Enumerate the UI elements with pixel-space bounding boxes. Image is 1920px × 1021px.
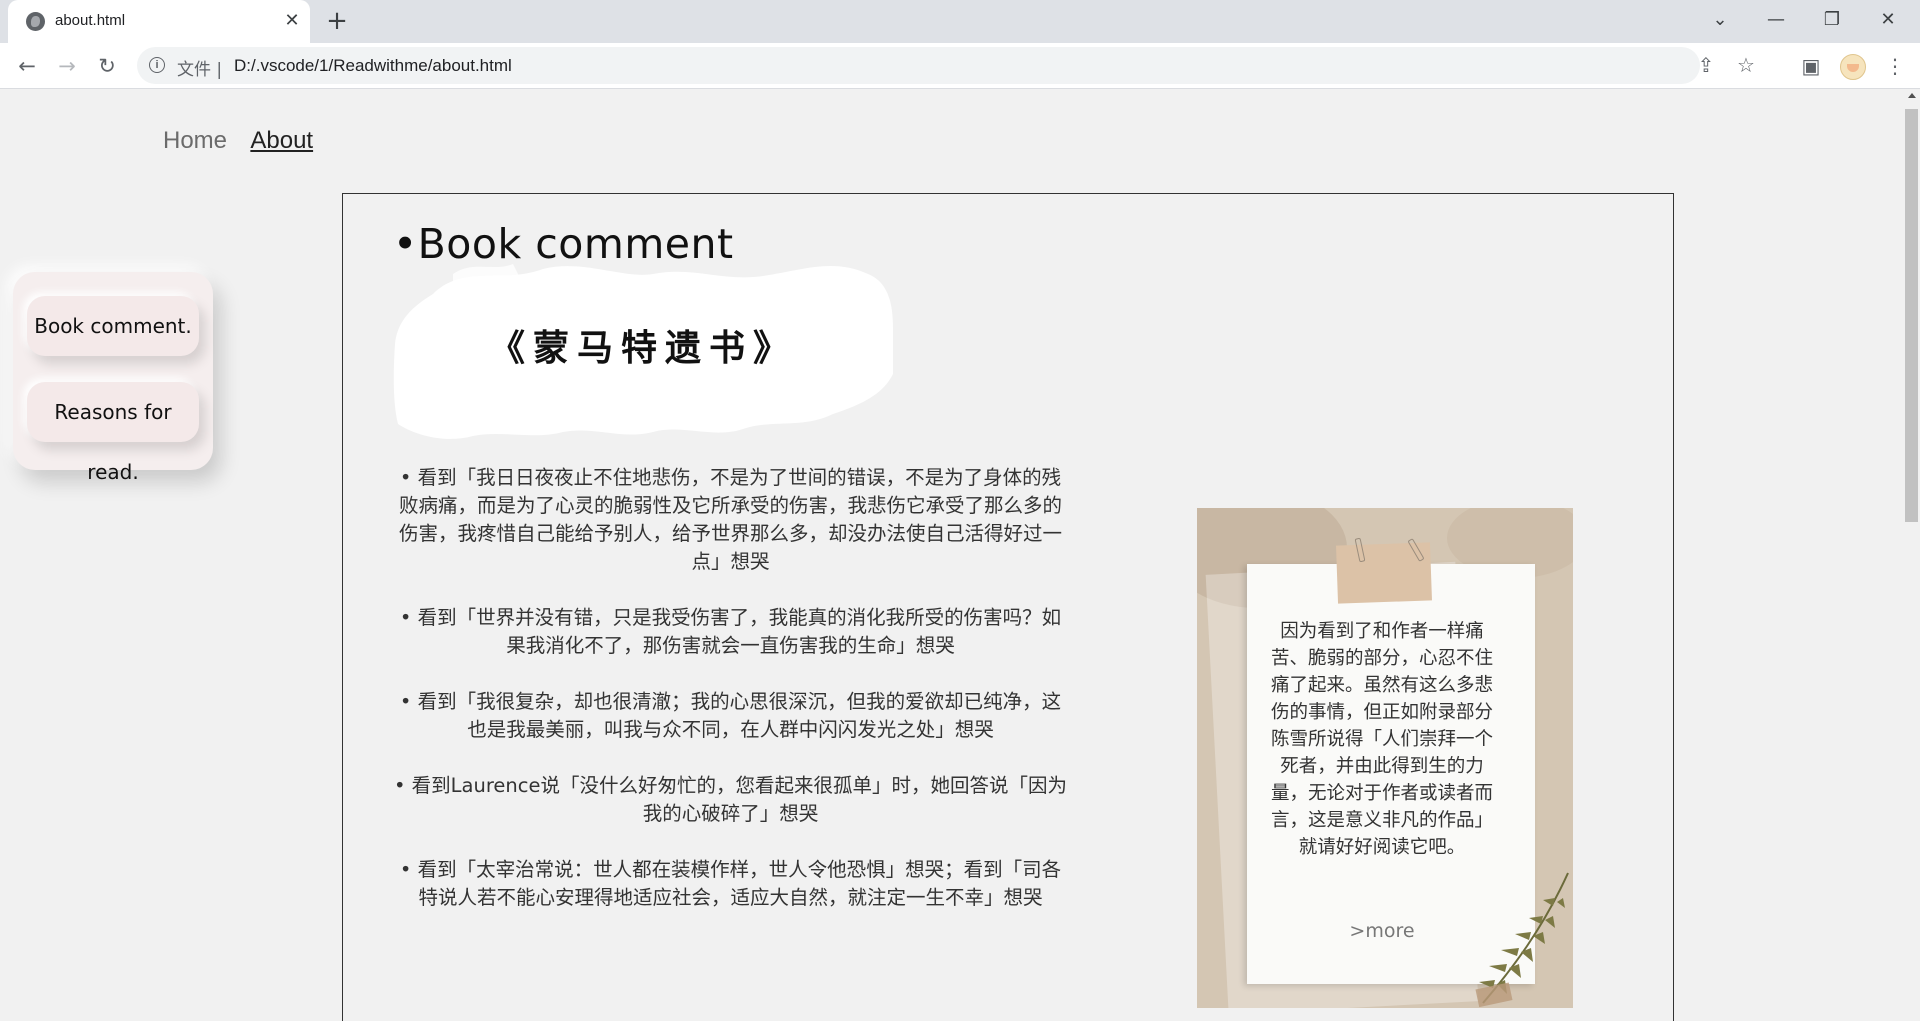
nav-link-about[interactable]: About	[250, 127, 313, 154]
menu-kebab-icon[interactable]: ⋮	[1878, 49, 1912, 83]
scrollbar-thumb[interactable]	[1905, 109, 1918, 522]
close-window-button[interactable]: ✕	[1860, 0, 1916, 40]
quote-item: • 看到「我日日夜夜止不住地悲伤，不是为了世间的错误，不是为了身体的残败病痛，而…	[398, 466, 1062, 573]
fern-leaf-icon	[1475, 872, 1569, 1008]
note-text: 因为看到了和作者一样痛苦、脆弱的部分，心忍不住痛了起来。虽然有这么多悲伤的事情，…	[1270, 621, 1493, 858]
reload-icon[interactable]: ↻	[90, 49, 124, 83]
share-icon[interactable]: ⇪	[1689, 48, 1723, 82]
info-icon[interactable]: i	[149, 57, 165, 73]
more-link[interactable]: >more	[1267, 920, 1497, 942]
quote-item: • 看到Laurence说「没什么好匆忙的，您看起来很孤单」时，她回答说「因为我…	[393, 774, 1068, 825]
tab-search-icon[interactable]: ⌄	[1692, 0, 1748, 40]
side-panel-icon[interactable]: ▣	[1794, 49, 1828, 83]
new-tab-button[interactable]: +	[323, 7, 351, 35]
browser-tab[interactable]: about.html ✕	[8, 0, 310, 43]
address-bar[interactable]: i 文件 | D:/.vscode/1/Readwithme/about.htm…	[137, 47, 1755, 84]
side-button-reasons-for-read[interactable]: Reasons for read.	[27, 382, 199, 484]
tab-strip: about.html ✕ + ⌄ — ❐ ✕	[0, 0, 1920, 43]
url-text[interactable]: D:/.vscode/1/Readwithme/about.html	[234, 56, 512, 76]
note-card: 因为看到了和作者一样痛苦、脆弱的部分，心忍不住痛了起来。虽然有这么多悲伤的事情，…	[1197, 508, 1573, 1008]
bookmark-star-icon[interactable]: ☆	[1729, 48, 1763, 82]
page-viewport: Home About Book comment. Reasons for rea…	[0, 89, 1900, 1021]
globe-icon	[26, 12, 45, 31]
top-nav: Home About	[163, 127, 331, 155]
side-button-book-comment[interactable]: Book comment.	[27, 296, 199, 356]
back-arrow-icon[interactable]: ←	[10, 49, 44, 83]
quote-item: • 看到「我很复杂，却也很清澈；我的心思很深沉，但我的爱欲却已纯净，这也是我最美…	[399, 690, 1062, 741]
close-tab-icon[interactable]: ✕	[280, 9, 304, 33]
quote-item: • 看到「太宰治常说：世人都在装模作样，世人令他恐惧」想哭；看到「司各特说人若不…	[399, 858, 1062, 909]
browser-toolbar: ← → ↻ i 文件 | D:/.vscode/1/Readwithme/abo…	[0, 43, 1920, 89]
minimize-button[interactable]: —	[1748, 0, 1804, 40]
scrollbar[interactable]	[1903, 89, 1920, 1021]
quote-list: • 看到「我日日夜夜止不住地悲伤，不是为了世间的错误，不是为了身体的残败病痛，而…	[393, 464, 1068, 940]
content-box: •Book comment 《蒙马特遗书》 • 看到「我日日夜夜止不住地悲伤，不…	[342, 193, 1674, 1021]
side-menu: Book comment. Reasons for read.	[13, 272, 213, 484]
nav-link-home[interactable]: Home	[163, 127, 227, 154]
restore-button[interactable]: ❐	[1804, 0, 1860, 40]
quote-item: • 看到「世界并没有错，只是我受伤害了，我能真的消化我所受的伤害吗？如果我消化不…	[399, 606, 1062, 657]
book-title: 《蒙马特遗书》	[488, 328, 797, 369]
scheme-label: 文件 |	[177, 60, 223, 80]
scroll-up-arrow-icon[interactable]	[1908, 93, 1916, 98]
tab-title: about.html	[55, 12, 126, 29]
forward-arrow-icon[interactable]: →	[50, 49, 84, 83]
profile-avatar[interactable]	[1840, 54, 1866, 80]
